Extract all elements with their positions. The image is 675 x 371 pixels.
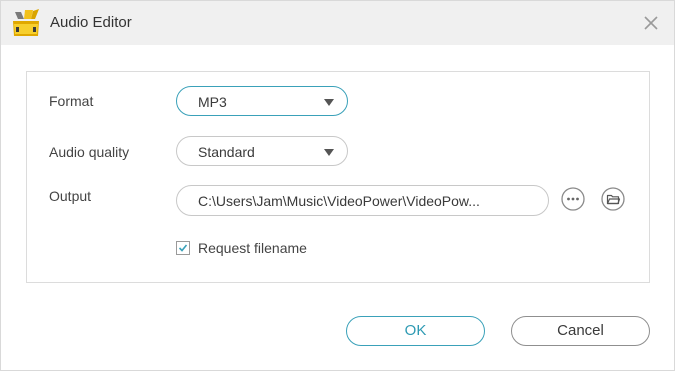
format-select[interactable]: MP3 [176, 86, 348, 116]
output-path-field[interactable]: C:\Users\Jam\Music\VideoPower\VideoPow..… [176, 185, 549, 216]
output-label: Output [49, 188, 92, 204]
chevron-down-icon [324, 149, 334, 156]
title-bar: Audio Editor [1, 1, 674, 45]
ok-button[interactable]: OK [346, 316, 485, 346]
chevron-down-icon [324, 99, 334, 106]
format-value: MP3 [198, 94, 227, 110]
open-folder-icon[interactable] [601, 187, 625, 211]
audio-editor-dialog: Audio Editor Format MP3 Audio quality St… [0, 0, 675, 371]
audio-quality-select[interactable]: Standard [176, 136, 348, 166]
close-icon[interactable] [640, 12, 662, 34]
audio-quality-label: Audio quality [49, 144, 130, 160]
audio-quality-value: Standard [198, 144, 255, 160]
request-filename-label[interactable]: Request filename [198, 240, 307, 256]
videopower-logo-icon [13, 9, 39, 36]
request-filename-checkbox[interactable] [176, 241, 190, 255]
window-title: Audio Editor [50, 14, 132, 31]
more-options-icon[interactable] [561, 187, 585, 211]
cancel-button[interactable]: Cancel [511, 316, 650, 346]
checkmark-icon [178, 244, 188, 252]
output-path-value: C:\Users\Jam\Music\VideoPower\VideoPow..… [198, 193, 480, 209]
format-label: Format [49, 93, 94, 109]
